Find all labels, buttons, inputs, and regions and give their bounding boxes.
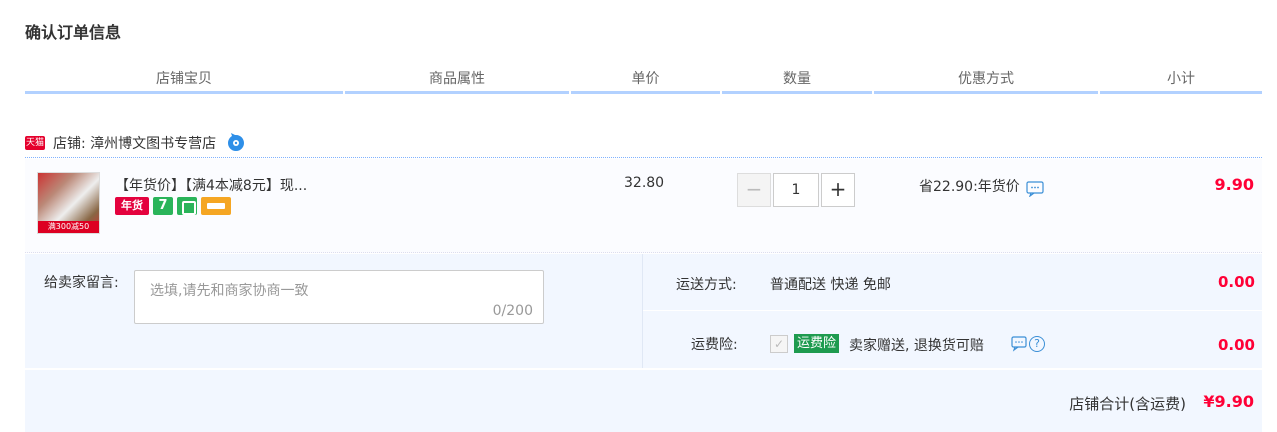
insurance-fee: 0.00 xyxy=(1217,336,1255,354)
page-title: 确认订单信息 xyxy=(25,23,122,42)
shop-total-label: 店铺合计(含运费) xyxy=(1069,395,1186,413)
product-title[interactable]: 【年货价】【满4本减8元】现... xyxy=(115,175,307,195)
shipping-method-row: 运送方式: 普通配送 快递 免邮 0.00 xyxy=(643,254,1263,311)
insurance-badge: 运费险 xyxy=(794,334,840,353)
quantity-decrease-button[interactable]: − xyxy=(737,173,771,207)
column-header-attributes: 商品属性 xyxy=(345,68,569,94)
column-header-unit-price: 单价 xyxy=(571,68,720,94)
nianhuo-tag-icon: 年货 xyxy=(115,197,149,215)
column-header-items: 店铺宝贝 xyxy=(25,68,343,94)
thumbnail-promo-band: 满300减50 xyxy=(38,221,99,233)
seller-message-placeholder: 选填,请先和商家协商一致 xyxy=(150,283,309,299)
guarantee-icon xyxy=(177,197,197,215)
insurance-checkbox[interactable]: ✓ xyxy=(770,335,788,353)
shipping-method-value: 普通配送 快递 免邮 xyxy=(770,277,891,293)
unit-price: 32.80 xyxy=(624,175,665,191)
shipping-method-label: 运送方式: xyxy=(676,277,737,293)
item-subtotal: 9.90 xyxy=(1214,175,1254,194)
discount-info: 省22.90:年货价 xyxy=(919,175,1044,197)
column-header-quantity: 数量 xyxy=(722,68,872,94)
seller-message-textarea[interactable]: 选填,请先和商家协商一致 0/200 xyxy=(134,270,544,324)
insurance-label: 运费险: xyxy=(691,337,738,353)
wangwang-chat-icon[interactable] xyxy=(226,132,246,153)
quantity-stepper: − 1 + xyxy=(737,173,855,207)
order-item-row: 满300减50 【年货价】【满4本减8元】现... 年货 7 32.80 − 1… xyxy=(25,159,1262,253)
quantity-input[interactable]: 1 xyxy=(773,173,819,207)
seven-day-return-icon: 7 xyxy=(153,197,173,215)
product-tags: 年货 7 xyxy=(115,197,231,215)
shipping-panel: 运送方式: 普通配送 快递 免邮 0.00 运费险: ✓ 运费险 卖家赠送, 退… xyxy=(642,254,1263,369)
column-header-subtotal: 小计 xyxy=(1100,68,1262,94)
shop-row: 天猫 店铺: 漳州博文图书专营店 xyxy=(25,128,1262,158)
seller-message-counter: 0/200 xyxy=(492,303,533,319)
credit-card-icon xyxy=(201,197,231,215)
shipping-insurance-row: 运费险: ✓ 运费险 卖家赠送, 退换货可赔 ? 0.00 xyxy=(643,312,1263,369)
order-table-header: 店铺宝贝 商品属性 单价 数量 优惠方式 小计 xyxy=(25,68,1262,94)
quantity-increase-button[interactable]: + xyxy=(821,173,855,207)
tmall-badge-icon: 天猫 xyxy=(25,135,45,150)
help-question-icon[interactable]: ? xyxy=(1029,336,1045,352)
order-extra-panel: 给卖家留言: 选填,请先和商家协商一致 0/200 运送方式: 普通配送 快递 … xyxy=(25,254,1263,369)
shop-name[interactable]: 店铺: 漳州博文图书专营店 xyxy=(53,133,216,153)
shop-total-amount: ¥9.90 xyxy=(1203,392,1254,411)
comment-icon[interactable] xyxy=(1026,181,1044,197)
product-thumbnail[interactable]: 满300减50 xyxy=(37,172,100,234)
discount-text: 省22.90:年货价 xyxy=(919,179,1020,195)
shipping-fee: 0.00 xyxy=(1217,273,1255,291)
insurance-description: 卖家赠送, 退换货可赔 xyxy=(849,338,984,354)
insurance-comment-icon[interactable] xyxy=(1011,336,1027,352)
shop-total-row: 店铺合计(含运费) ¥9.90 xyxy=(25,369,1262,432)
seller-message-label: 给卖家留言: xyxy=(44,275,119,291)
column-header-discount: 优惠方式 xyxy=(874,68,1098,94)
